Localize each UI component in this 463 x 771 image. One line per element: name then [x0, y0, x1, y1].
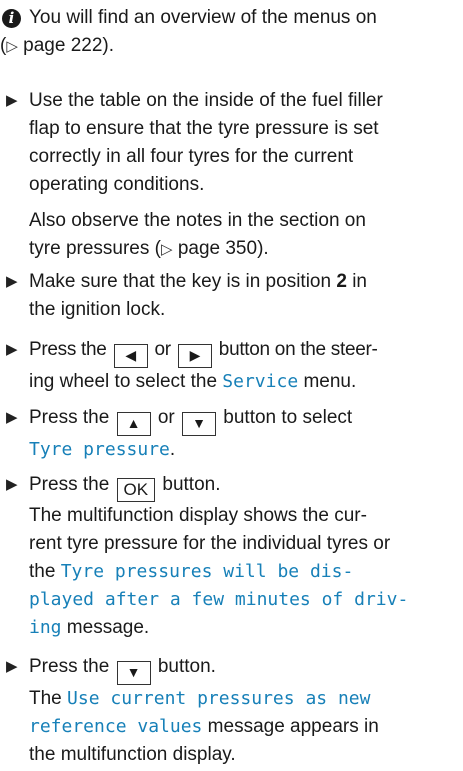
step-5-text: message. — [66, 617, 150, 638]
left-arrow-key-icon: ◀ — [113, 344, 148, 368]
step-1-line: correctly in all four tyres for the curr… — [29, 146, 354, 167]
step-2-line-1: Make sure that the key is in position 2 … — [29, 268, 459, 296]
step-6-text: The — [29, 688, 62, 709]
page-ref-icon: ▷ — [160, 241, 173, 258]
step-4-line-2: Tyre pressure. — [29, 436, 459, 464]
bullet-icon: ▶ — [6, 341, 18, 358]
step-5-text: Press the — [29, 474, 110, 495]
display-message: ing — [29, 617, 62, 638]
step-4-text: or — [157, 407, 175, 428]
step-6-line-1: Press the ▼ button. — [29, 653, 459, 685]
bullet-icon: ▶ — [6, 658, 18, 675]
bullet-icon: ▶ — [6, 92, 18, 109]
step-1-line: operating conditions. — [29, 174, 205, 195]
step-4-text: . — [169, 439, 176, 460]
step-6-text: message appears in — [207, 716, 379, 737]
step-2: ▶ Make sure that the key is in position … — [0, 268, 459, 324]
step-1-note: Also observe the notes in the section on… — [0, 207, 459, 264]
step-6: ▶ Press the ▼ button. The Use current pr… — [0, 653, 459, 769]
step-5: ▶ Press the OK button. The multifunction… — [0, 471, 459, 642]
step-1-line: Use the table on the inside of the fuel … — [29, 90, 383, 111]
step-5-line: played after a few minutes of driv- — [29, 586, 459, 614]
step-4-text: button to select — [223, 407, 353, 428]
step-4-text: Press the — [29, 407, 110, 428]
down-arrow-key-icon: ▼ — [116, 661, 151, 685]
tyre-pressure-menu-item: Tyre pressure — [29, 439, 170, 460]
step-5-text: the — [29, 561, 56, 582]
step-2-line-2: the ignition lock. — [29, 299, 166, 320]
info-icon: i — [2, 9, 21, 28]
info-close: ). — [102, 35, 115, 56]
manual-page: i You will find an overview of the menus… — [0, 0, 463, 771]
ok-key: OK — [116, 478, 156, 502]
step-6-line: the multifunction display. — [29, 744, 236, 765]
step-3-line-1: Press the ◀ or ▶ button on the steer- — [29, 336, 459, 368]
note-line-2: tyre pressures (▷ page 350). — [29, 235, 459, 264]
info-page-ref: page 222 — [23, 35, 103, 56]
step-5-line-1: Press the OK button. — [29, 471, 459, 502]
step-5-line: rent tyre pressure for the individual ty… — [29, 533, 391, 554]
display-message: Tyre pressures will be dis- — [60, 561, 354, 582]
step-6-line: The Use current pressures as new — [29, 685, 459, 713]
display-message: reference values — [29, 716, 203, 737]
note-line-1: Also observe the notes in the section on — [29, 210, 366, 231]
step-4-line-1: Press the ▲ or ▼ button to select — [29, 404, 459, 436]
down-arrow-key-icon: ▼ — [182, 412, 217, 436]
step-5-text: button. — [162, 474, 221, 495]
step-1-line: flap to ensure that the tyre pressure is… — [29, 118, 379, 139]
step-3-text: Press the — [29, 339, 107, 360]
step-4: ▶ Press the ▲ or ▼ button to select Tyre… — [0, 404, 459, 464]
step-6-text: Press the — [29, 656, 110, 677]
step-3-text: or — [154, 339, 172, 360]
step-5-line: The multifunction display shows the cur- — [29, 505, 367, 526]
up-arrow-key-icon: ▲ — [116, 412, 151, 436]
step-1: ▶ Use the table on the inside of the fue… — [0, 87, 459, 199]
note-text: tyre pressures ( — [29, 238, 161, 259]
note-close: ). — [257, 238, 269, 259]
step-2-text: Make sure that the key is in position — [29, 271, 332, 292]
info-note: i You will find an overview of the menus… — [0, 4, 459, 61]
step-6-text: button. — [157, 656, 216, 677]
bullet-icon: ▶ — [6, 476, 18, 493]
bullet-icon: ▶ — [6, 409, 18, 426]
info-line-2: (▷ page 222). — [0, 35, 115, 56]
step-5-line: ing message. — [29, 614, 459, 642]
step-3-line-2: ing wheel to select the Service menu. — [29, 368, 459, 396]
bullet-icon: ▶ — [6, 273, 18, 290]
service-menu-label: Service — [222, 371, 299, 392]
key-position: 2 — [336, 271, 347, 292]
step-3-text: menu. — [303, 371, 357, 392]
display-message: Use current pressures as new — [67, 688, 371, 709]
step-3-text: ing wheel to select the — [29, 371, 218, 392]
display-message: played after a few minutes of driv- — [29, 589, 409, 610]
step-3: ▶ Press the ◀ or ▶ button on the steer- … — [0, 336, 459, 396]
step-6-line: reference values message appears in — [29, 713, 459, 741]
step-5-line: the Tyre pressures will be dis- — [29, 558, 459, 586]
right-arrow-key-icon: ▶ — [177, 344, 212, 368]
step-2-text: in — [352, 271, 367, 292]
note-page-ref: page 350 — [177, 238, 258, 259]
step-3-text: button on the steer- — [218, 339, 378, 360]
page-ref-icon: ▷ — [6, 38, 18, 55]
info-line-1: You will find an overview of the menus o… — [29, 7, 377, 28]
